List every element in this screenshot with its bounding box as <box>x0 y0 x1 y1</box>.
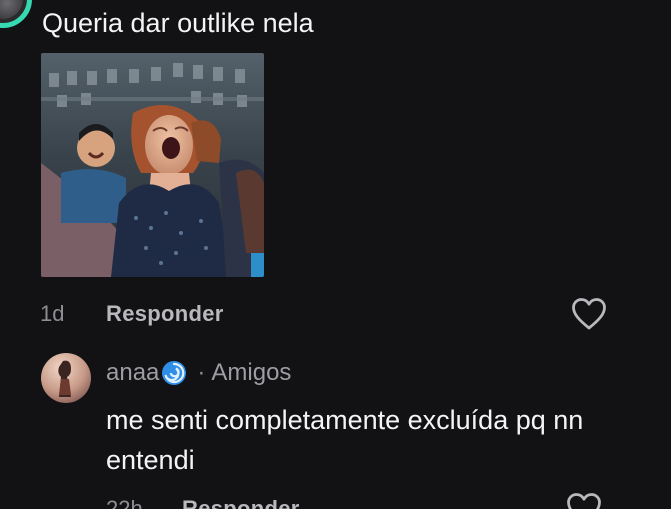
reply-button[interactable]: Responder <box>106 301 224 327</box>
replier-avatar[interactable] <box>41 353 91 403</box>
reply-reply-button[interactable]: Responder <box>182 496 300 509</box>
reply-text: me senti completamente excluída pq nn en… <box>106 405 584 475</box>
comment-text: Queria dar outlike nela <box>42 8 314 38</box>
comment-meta: 1d Responder <box>40 298 224 330</box>
relationship-label: Amigos <box>211 359 292 386</box>
like-heart-icon[interactable] <box>571 297 607 331</box>
comment-image[interactable] <box>41 53 264 277</box>
reply-like-heart-icon[interactable] <box>566 492 602 509</box>
comment-photo <box>41 53 264 277</box>
heart-outline-icon <box>567 493 601 509</box>
username[interactable]: anaa <box>106 358 159 388</box>
reply-timestamp: 22h <box>106 496 143 509</box>
separator-dot: · <box>197 359 206 386</box>
cyclone-emoji-icon <box>161 360 187 386</box>
avatar-image <box>0 0 23 19</box>
reply-meta: 22h Responder <box>106 493 300 509</box>
reply-header: anaa · Amigos <box>106 358 291 388</box>
comment-timestamp: 1d <box>40 301 65 326</box>
commenter-avatar[interactable] <box>0 0 32 28</box>
heart-outline-icon <box>572 298 606 330</box>
avatar-image <box>41 353 91 403</box>
